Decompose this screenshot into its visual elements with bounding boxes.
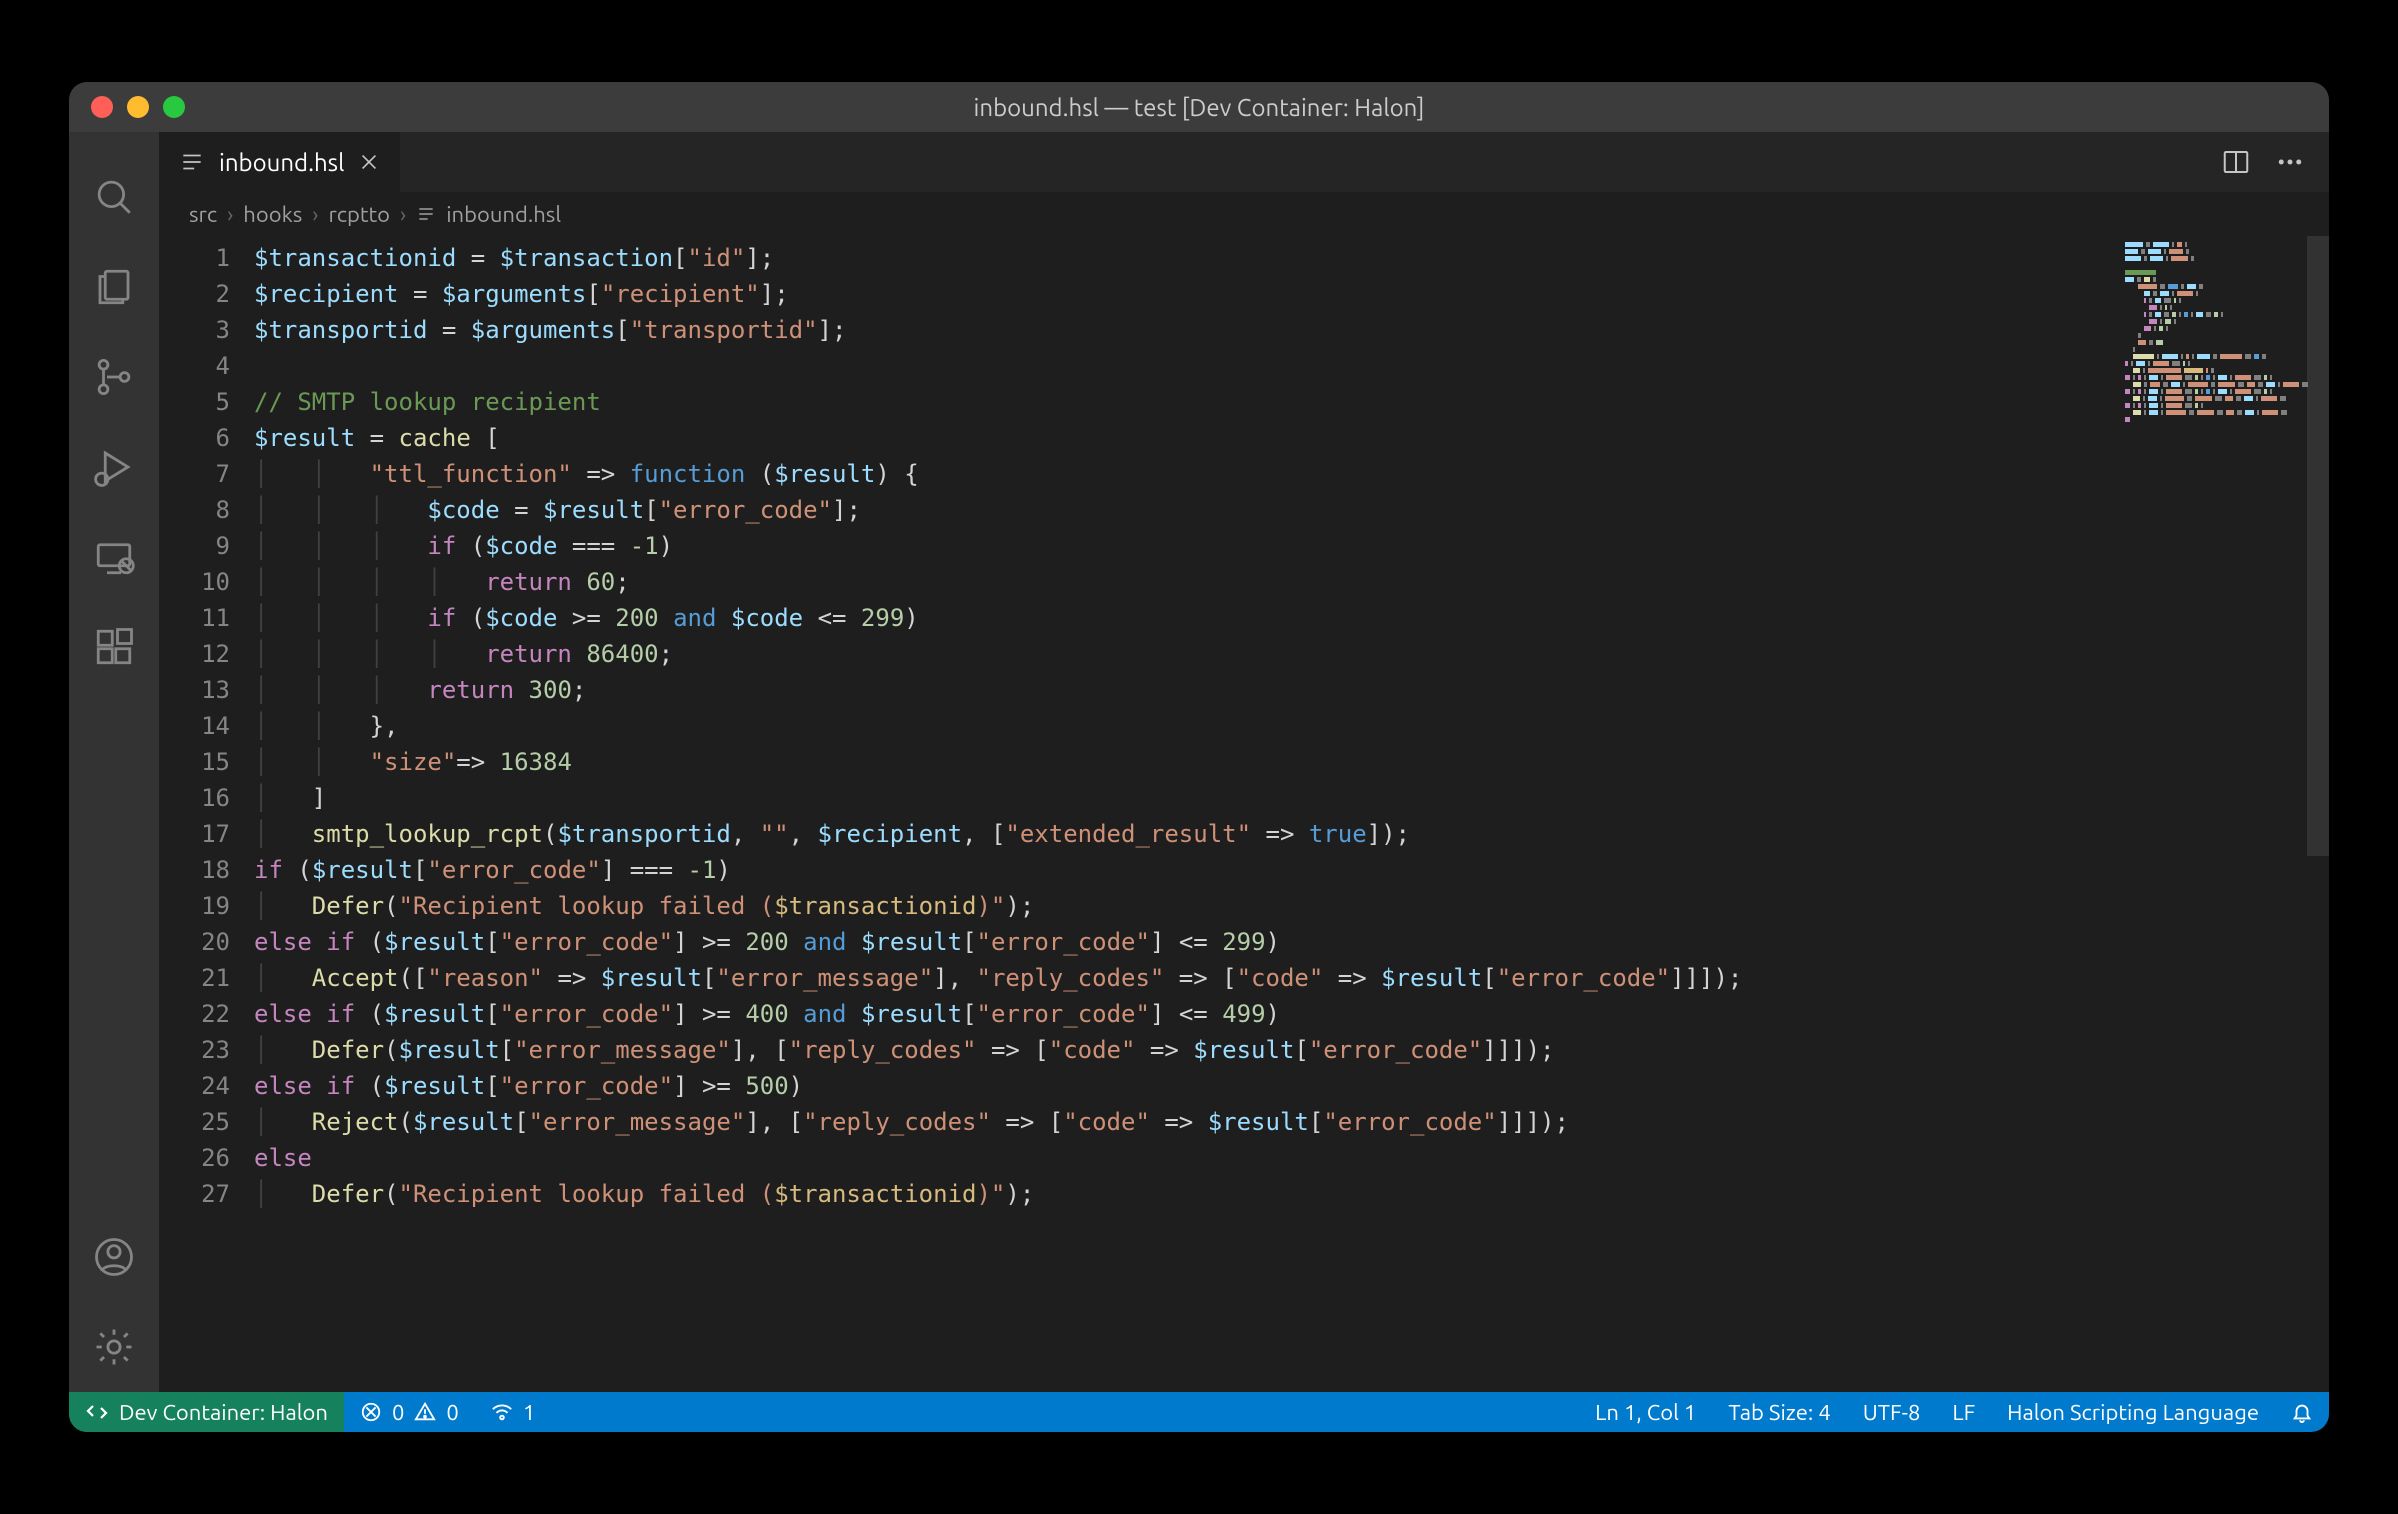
status-encoding[interactable]: UTF-8 — [1847, 1392, 1937, 1432]
breadcrumb-segment[interactable]: rcptto — [328, 202, 390, 227]
status-remote[interactable]: Dev Container: Halon — [69, 1392, 344, 1432]
tab-inbound-hsl[interactable]: inbound.hsl — [159, 132, 400, 192]
tab-bar: inbound.hsl — [159, 132, 2329, 192]
extensions-icon[interactable] — [69, 602, 159, 692]
titlebar[interactable]: inbound.hsl — test [Dev Container: Halon… — [69, 82, 2329, 132]
status-cursor[interactable]: Ln 1, Col 1 — [1579, 1392, 1712, 1432]
breadcrumb-segment[interactable]: hooks — [243, 202, 302, 227]
close-tab-icon[interactable] — [358, 151, 380, 173]
window-title: inbound.hsl — test [Dev Container: Halon… — [69, 94, 2329, 121]
status-bell-icon[interactable] — [2275, 1392, 2329, 1432]
explorer-icon[interactable] — [69, 242, 159, 332]
line-gutter: 1234567891011121314151617181920212223242… — [159, 236, 254, 1392]
status-problems[interactable]: 0 0 — [344, 1392, 475, 1432]
settings-gear-icon[interactable] — [69, 1302, 159, 1392]
debug-icon[interactable] — [69, 422, 159, 512]
activity-bar — [69, 132, 159, 1392]
accounts-icon[interactable] — [69, 1212, 159, 1302]
status-indent[interactable]: Tab Size: 4 — [1712, 1392, 1846, 1432]
source-control-icon[interactable] — [69, 332, 159, 422]
breadcrumb[interactable]: src›hooks›rcptto›inbound.hsl — [159, 192, 2329, 236]
status-language[interactable]: Halon Scripting Language — [1991, 1392, 2275, 1432]
remote-explorer-icon[interactable] — [69, 512, 159, 602]
status-bar: Dev Container: Halon 0 0 1 Ln 1, Col 1 T… — [69, 1392, 2329, 1432]
traffic-lights — [69, 96, 185, 118]
search-icon[interactable] — [69, 152, 159, 242]
split-editor-icon[interactable] — [2221, 147, 2251, 177]
vertical-scrollbar[interactable] — [2307, 236, 2329, 856]
tab-label: inbound.hsl — [219, 149, 344, 176]
editor[interactable]: 1234567891011121314151617181920212223242… — [159, 236, 2329, 1392]
code-content[interactable]: $transactionid = $transaction["id"];$rec… — [254, 236, 2329, 1392]
close-window-button[interactable] — [91, 96, 113, 118]
status-ports[interactable]: 1 — [475, 1392, 551, 1432]
more-actions-icon[interactable] — [2275, 147, 2305, 177]
breadcrumb-segment[interactable]: src — [189, 202, 217, 227]
minimize-window-button[interactable] — [127, 96, 149, 118]
maximize-window-button[interactable] — [163, 96, 185, 118]
file-icon — [179, 149, 205, 175]
minimap[interactable] — [2125, 242, 2315, 422]
status-eol[interactable]: LF — [1936, 1392, 1991, 1432]
breadcrumb-segment[interactable]: inbound.hsl — [446, 202, 561, 227]
app-window: inbound.hsl — test [Dev Container: Halon… — [69, 82, 2329, 1432]
